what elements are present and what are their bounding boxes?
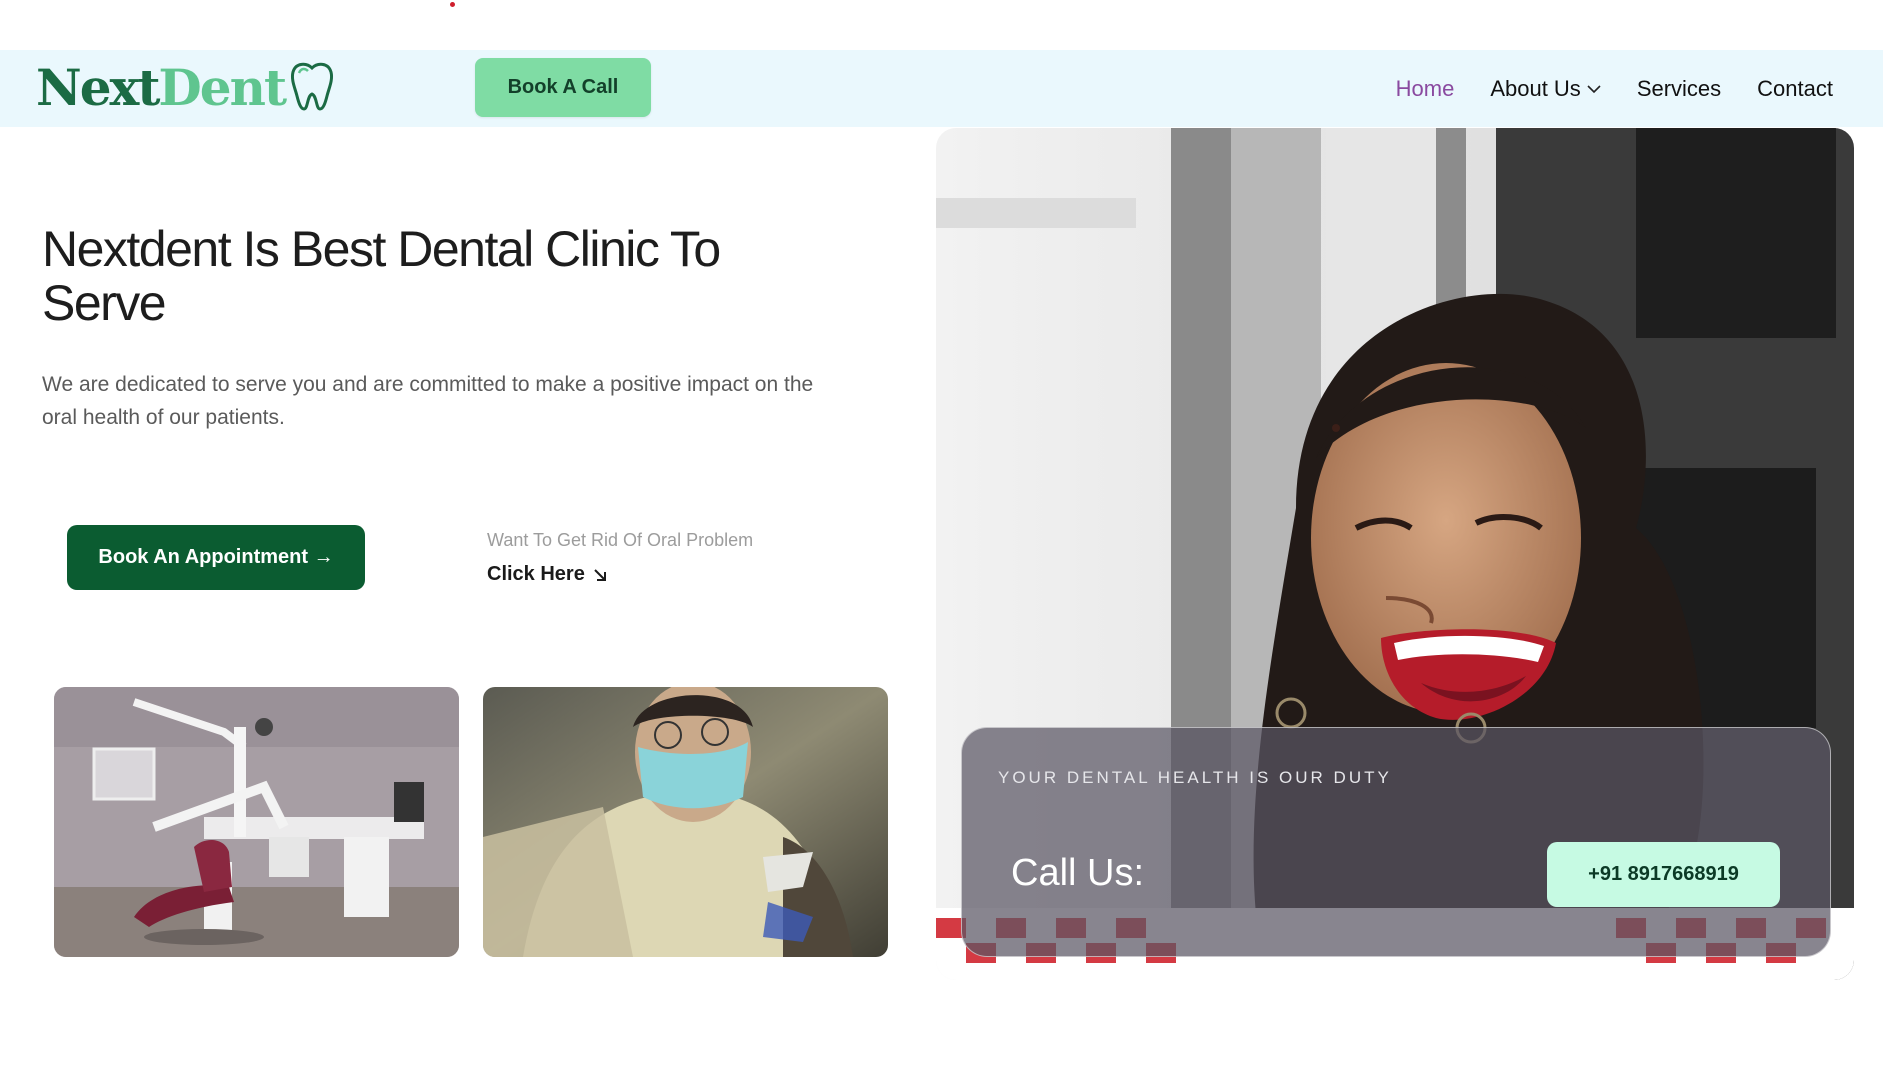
phone-number-button[interactable]: +91 8917668919 (1547, 842, 1780, 907)
book-call-button[interactable]: Book A Call (475, 58, 651, 117)
click-here-link[interactable]: Click Here (487, 563, 607, 586)
arrow-down-right-icon (594, 568, 606, 581)
nav-services[interactable]: Services (1637, 76, 1721, 102)
page: NextDent Book A Call Home About Us Servi… (0, 0, 1883, 1092)
nav-home[interactable]: Home (1396, 76, 1455, 102)
top-dot (450, 2, 455, 7)
site-header: NextDent Book A Call Home About Us Servi… (0, 50, 1883, 127)
call-us-label: Call Us: (1011, 852, 1145, 894)
nav-contact[interactable]: Contact (1757, 76, 1833, 102)
hero-description: We are dedicated to serve you and are co… (42, 373, 814, 429)
hero-title: Nextdent Is Best Dental Clinic To Serve (42, 221, 721, 331)
dentist-photo (483, 687, 888, 957)
tooth-icon (289, 60, 335, 117)
chevron-down-icon (1587, 84, 1601, 93)
call-us-card: YOUR DENTAL HEALTH IS OUR DUTY Call Us: … (961, 727, 1831, 957)
logo[interactable]: NextDent (36, 58, 335, 118)
nav-about-us-label: About Us (1490, 75, 1581, 101)
nav-about-us[interactable]: About Us (1490, 76, 1601, 102)
clinic-room-photo (54, 687, 459, 957)
logo-text: NextDent (36, 63, 287, 113)
card-tagline: YOUR DENTAL HEALTH IS OUR DUTY (998, 768, 1392, 787)
book-appointment-button[interactable]: Book An Appointment → (67, 525, 365, 590)
oral-problem-label: Want To Get Rid Of Oral Problem (487, 530, 754, 550)
main-nav: Home About Us Services Contact (1396, 50, 1833, 127)
logo-text-next: Next (36, 58, 160, 117)
click-here-label: Click Here (487, 563, 585, 585)
logo-text-dent: Dent (158, 58, 287, 117)
